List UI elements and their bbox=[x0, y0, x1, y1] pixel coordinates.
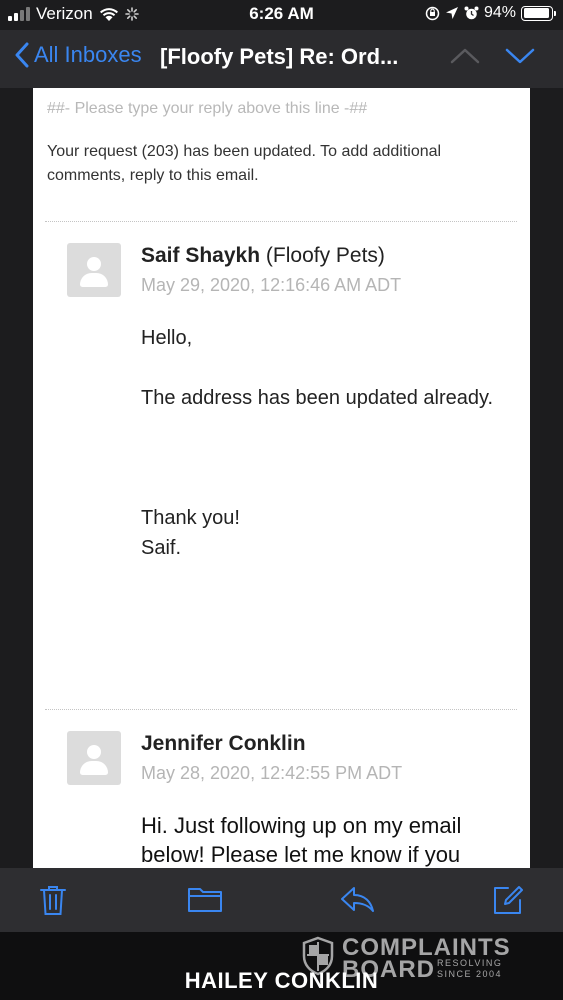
previous-message-button[interactable] bbox=[450, 46, 480, 66]
status-bar: Verizon 6:26 AM 94% bbox=[0, 0, 563, 30]
avatar bbox=[67, 243, 121, 297]
orientation-lock-icon bbox=[425, 6, 440, 20]
reply-above-line: ##- Please type your reply above this li… bbox=[47, 100, 368, 117]
email-body[interactable]: ##- Please type your reply above this li… bbox=[33, 88, 530, 868]
message-greeting: Hello, bbox=[141, 327, 193, 349]
bottom-toolbar bbox=[0, 868, 563, 932]
nav-bar: All Inboxes [Floofy Pets] Re: Ord... bbox=[0, 30, 563, 88]
back-button[interactable]: All Inboxes bbox=[14, 42, 142, 68]
back-label: All Inboxes bbox=[34, 42, 142, 67]
divider bbox=[45, 221, 517, 222]
footer-name: HAILEY CONKLIN bbox=[184, 968, 379, 993]
battery-percent: 94% bbox=[483, 4, 516, 21]
message-body: The address has been updated already. bbox=[141, 387, 494, 409]
battery-icon bbox=[521, 5, 556, 21]
reply-icon[interactable] bbox=[340, 884, 376, 914]
sender-line: Saif Shaykh (Floofy Pets) bbox=[141, 244, 385, 268]
folder-icon[interactable] bbox=[187, 884, 223, 914]
chevron-left-icon bbox=[15, 42, 29, 68]
location-icon bbox=[445, 7, 458, 19]
status-right: 94% bbox=[425, 4, 556, 22]
next-message-button[interactable] bbox=[505, 46, 535, 66]
alarm-icon bbox=[464, 6, 479, 19]
message-date: May 28, 2020, 12:42:55 PM ADT bbox=[141, 763, 403, 783]
sender-org: (Floofy Pets) bbox=[260, 244, 385, 267]
sender-name: Saif Shaykh bbox=[141, 244, 261, 267]
message-date: May 29, 2020, 12:16:46 AM ADT bbox=[141, 275, 402, 295]
trash-icon[interactable] bbox=[39, 884, 67, 916]
request-update-text: Your request (203) has been updated. To … bbox=[47, 143, 442, 184]
sender-name: Jennifer Conklin bbox=[141, 732, 306, 755]
watermark-tag1: RESOLVING bbox=[437, 958, 503, 968]
message-closing: Thank you! bbox=[141, 507, 240, 529]
message-body: Hi. Just following up on my email below!… bbox=[141, 813, 462, 867]
message-signature: Saif. bbox=[141, 537, 182, 559]
divider bbox=[45, 709, 517, 710]
avatar bbox=[67, 731, 121, 785]
battery-fill bbox=[523, 8, 549, 18]
email-subject-title: [Floofy Pets] Re: Ord... bbox=[160, 44, 399, 69]
compose-icon[interactable] bbox=[492, 884, 524, 916]
sender-line: Jennifer Conklin bbox=[141, 732, 306, 756]
